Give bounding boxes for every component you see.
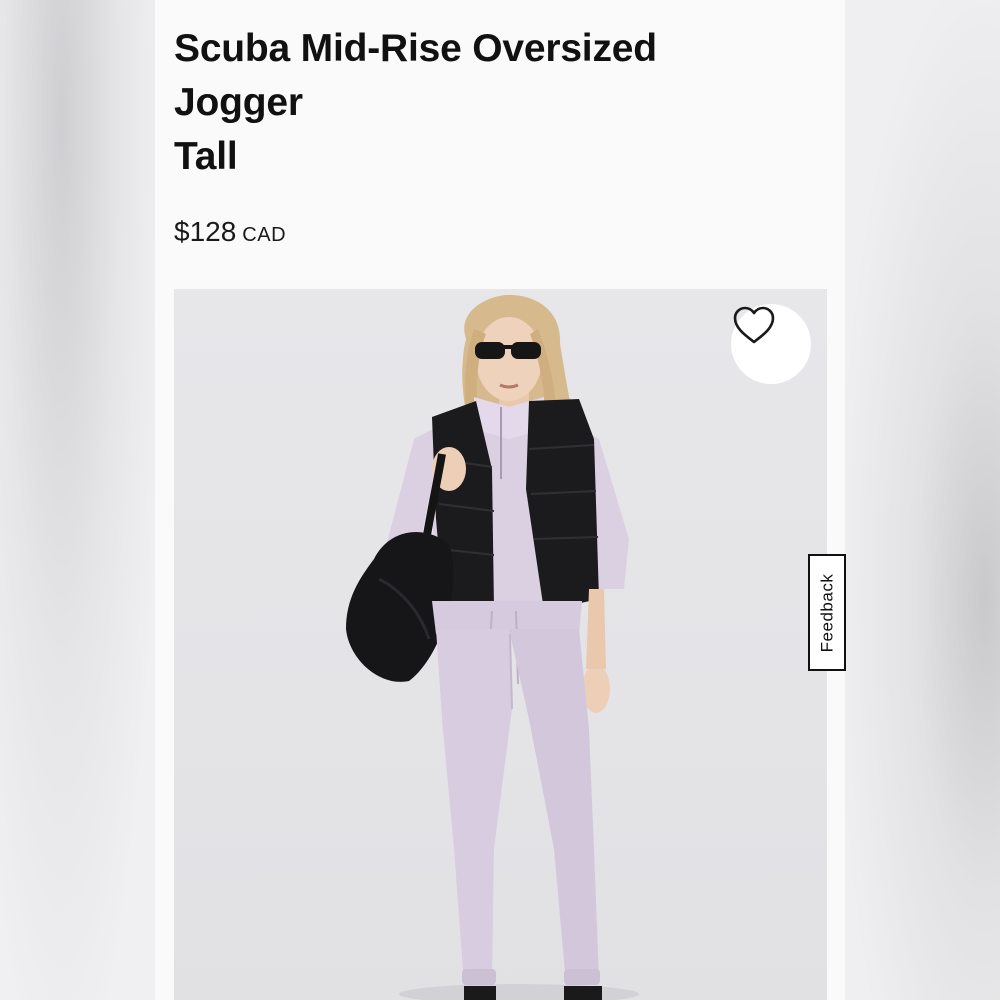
background-blur-left xyxy=(0,0,155,1000)
product-image[interactable] xyxy=(174,289,827,1000)
feedback-button[interactable]: Feedback xyxy=(808,554,846,671)
jogger-cuff-left xyxy=(462,969,496,985)
product-price: $128 CAD xyxy=(174,216,286,248)
product-page: Scuba Mid-Rise Oversized Jogger Tall $12… xyxy=(155,0,845,1000)
shoe-right xyxy=(564,986,602,1000)
jogger-left-leg xyxy=(436,629,512,984)
feedback-label: Feedback xyxy=(817,573,837,652)
product-title-line-1: Scuba Mid-Rise Oversized xyxy=(174,27,657,70)
product-title: Scuba Mid-Rise Oversized Jogger Tall xyxy=(174,22,794,184)
price-currency: CAD xyxy=(242,224,287,246)
wishlist-button[interactable] xyxy=(731,304,811,384)
model-photo-illustration xyxy=(346,294,639,1000)
jogger-cuff-right xyxy=(564,969,600,985)
heart-outline-icon xyxy=(733,306,775,344)
price-amount: $128 xyxy=(174,216,237,247)
right-wrist xyxy=(586,589,606,669)
shoe-left xyxy=(464,986,496,1000)
floor-shadow xyxy=(399,984,639,1000)
product-title-line-2: Jogger xyxy=(174,81,303,124)
product-title-line-3: Tall xyxy=(174,135,238,178)
background-blur-right xyxy=(845,0,1000,1000)
